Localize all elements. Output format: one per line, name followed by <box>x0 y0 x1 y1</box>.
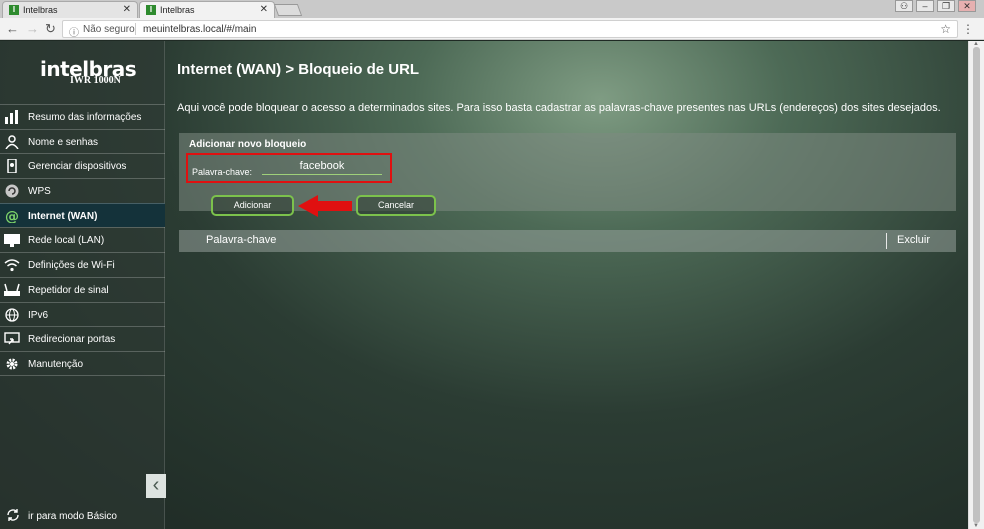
close-tab-icon[interactable]: ✕ <box>260 4 268 15</box>
keyword-highlight-box: Palavra-chave: <box>186 153 392 183</box>
sidebar-item-label: WPS <box>28 186 51 198</box>
browser-tab-2[interactable]: I Intelbras ✕ <box>139 1 275 18</box>
sidebar-item-nome-senhas[interactable]: Nome e senhas <box>0 128 165 154</box>
reload-icon[interactable]: ↻ <box>45 21 56 37</box>
wifi-icon <box>4 259 20 272</box>
window-close-icon[interactable]: ✕ <box>958 0 976 12</box>
router-admin-page: intelbras IWR 1000N Resumo das informaçõ… <box>0 41 968 529</box>
minimize-icon[interactable]: – <box>916 0 934 12</box>
sidebar-item-label: Internet (WAN) <box>28 210 98 222</box>
url-divider <box>135 23 136 35</box>
browser-menu-icon[interactable]: ⋮ <box>962 22 974 36</box>
sidebar-item-label: Rede local (LAN) <box>28 235 105 247</box>
bar-chart-icon <box>5 110 18 124</box>
forward-arrow-icon[interactable]: → <box>26 21 39 36</box>
restore-icon[interactable]: ❐ <box>937 0 955 12</box>
browser-tab-bar: I Intelbras ✕ I Intelbras ✕ ⚇ – ❐ ✕ <box>0 0 984 18</box>
bookmark-star-icon[interactable]: ☆ <box>940 22 951 36</box>
device-icon <box>7 159 17 174</box>
at-sign-icon: @ <box>5 209 19 223</box>
tab-title: Intelbras <box>23 5 58 15</box>
add-block-panel: Adicionar novo bloqueio Palavra-chave: A… <box>179 133 956 217</box>
page-description: Aqui você pode bloquear o acesso a deter… <box>177 102 941 114</box>
sidebar-item-manutencao[interactable]: Manutenção <box>0 350 165 376</box>
close-tab-icon[interactable]: ✕ <box>123 4 131 15</box>
profile-icon[interactable]: ⚇ <box>895 0 913 12</box>
keyword-input[interactable] <box>262 158 382 175</box>
collapse-sidebar-button[interactable]: ‹ <box>146 474 166 498</box>
sidebar-item-repetidor[interactable]: Repetidor de sinal <box>0 276 165 302</box>
sidebar: intelbras IWR 1000N Resumo das informaçõ… <box>0 41 166 529</box>
monitor-icon <box>4 234 20 248</box>
blocked-keywords-table-header: Palavra-chave Excluir <box>179 230 956 252</box>
panel-title: Adicionar novo bloqueio <box>189 139 307 150</box>
sidebar-item-label: Definições de Wi-Fi <box>28 260 115 272</box>
sidebar-item-internet-wan[interactable]: @ Internet (WAN) <box>0 202 165 228</box>
sidebar-item-redirecionar-portas[interactable]: Redirecionar portas <box>0 326 165 351</box>
basic-mode-link[interactable]: ir para modo Básico <box>6 508 117 525</box>
router-model: IWR 1000N <box>70 75 121 86</box>
sidebar-item-label: Nome e senhas <box>28 136 99 148</box>
intelbras-favicon-icon: I <box>9 5 19 15</box>
cancel-button[interactable]: Cancelar <box>356 195 436 216</box>
url-text[interactable]: meuintelbras.local/#/main <box>143 24 256 35</box>
red-arrow-icon <box>298 195 352 217</box>
globe-icon <box>5 307 19 322</box>
security-status[interactable]: Não seguro <box>83 24 135 35</box>
sidebar-item-label: Resumo das informações <box>28 112 142 123</box>
sidebar-item-wps[interactable]: WPS <box>0 178 165 203</box>
tab-title: Intelbras <box>160 5 195 15</box>
router-icon <box>4 283 20 296</box>
sidebar-item-label: Manutenção <box>28 358 84 370</box>
info-icon[interactable]: ⓘ <box>69 24 79 39</box>
sidebar-item-ipv6[interactable]: IPv6 <box>0 301 165 327</box>
sidebar-item-resumo[interactable]: Resumo das informações <box>0 104 165 129</box>
basic-mode-label: ir para modo Básico <box>28 511 117 522</box>
switch-mode-icon <box>7 509 19 521</box>
page-title: Internet (WAN) > Bloqueio de URL <box>177 61 420 78</box>
add-button[interactable]: Adicionar <box>211 195 294 216</box>
scroll-down-icon[interactable]: ▼ <box>973 523 979 529</box>
sidebar-item-label: Gerenciar dispositivos <box>28 161 127 173</box>
wps-icon <box>5 184 19 198</box>
url-input[interactable]: ⓘ Não seguro meuintelbras.local/#/main ☆ <box>62 20 958 39</box>
browser-tab-1[interactable]: I Intelbras ✕ <box>2 1 138 18</box>
svg-text:@: @ <box>5 209 19 223</box>
page-scrollbar[interactable]: ▲ ▼ <box>968 41 984 529</box>
intelbras-favicon-icon: I <box>146 5 156 15</box>
back-arrow-icon[interactable]: ← <box>6 21 19 36</box>
sidebar-item-label: Repetidor de sinal <box>28 284 109 296</box>
gear-icon <box>6 358 18 370</box>
browser-address-bar: ← → ↻ ⓘ Não seguro meuintelbras.local/#/… <box>0 18 984 40</box>
column-header-delete: Excluir <box>897 234 931 246</box>
sidebar-item-dispositivos[interactable]: Gerenciar dispositivos <box>0 153 165 178</box>
new-tab-button[interactable] <box>273 4 303 16</box>
sidebar-menu: Resumo das informações Nome e senhas Ger… <box>0 104 165 376</box>
column-divider <box>886 233 887 249</box>
keyword-label: Palavra-chave: <box>192 167 253 177</box>
column-header-keyword: Palavra-chave <box>206 234 277 246</box>
port-forward-icon <box>4 332 20 345</box>
sidebar-item-label: IPv6 <box>28 309 49 321</box>
scrollbar-thumb[interactable] <box>973 47 980 523</box>
user-icon <box>5 134 19 149</box>
sidebar-item-lan[interactable]: Rede local (LAN) <box>0 227 165 252</box>
sidebar-item-label: Redirecionar portas <box>28 334 116 346</box>
sidebar-item-wifi[interactable]: Definições de Wi-Fi <box>0 252 165 277</box>
